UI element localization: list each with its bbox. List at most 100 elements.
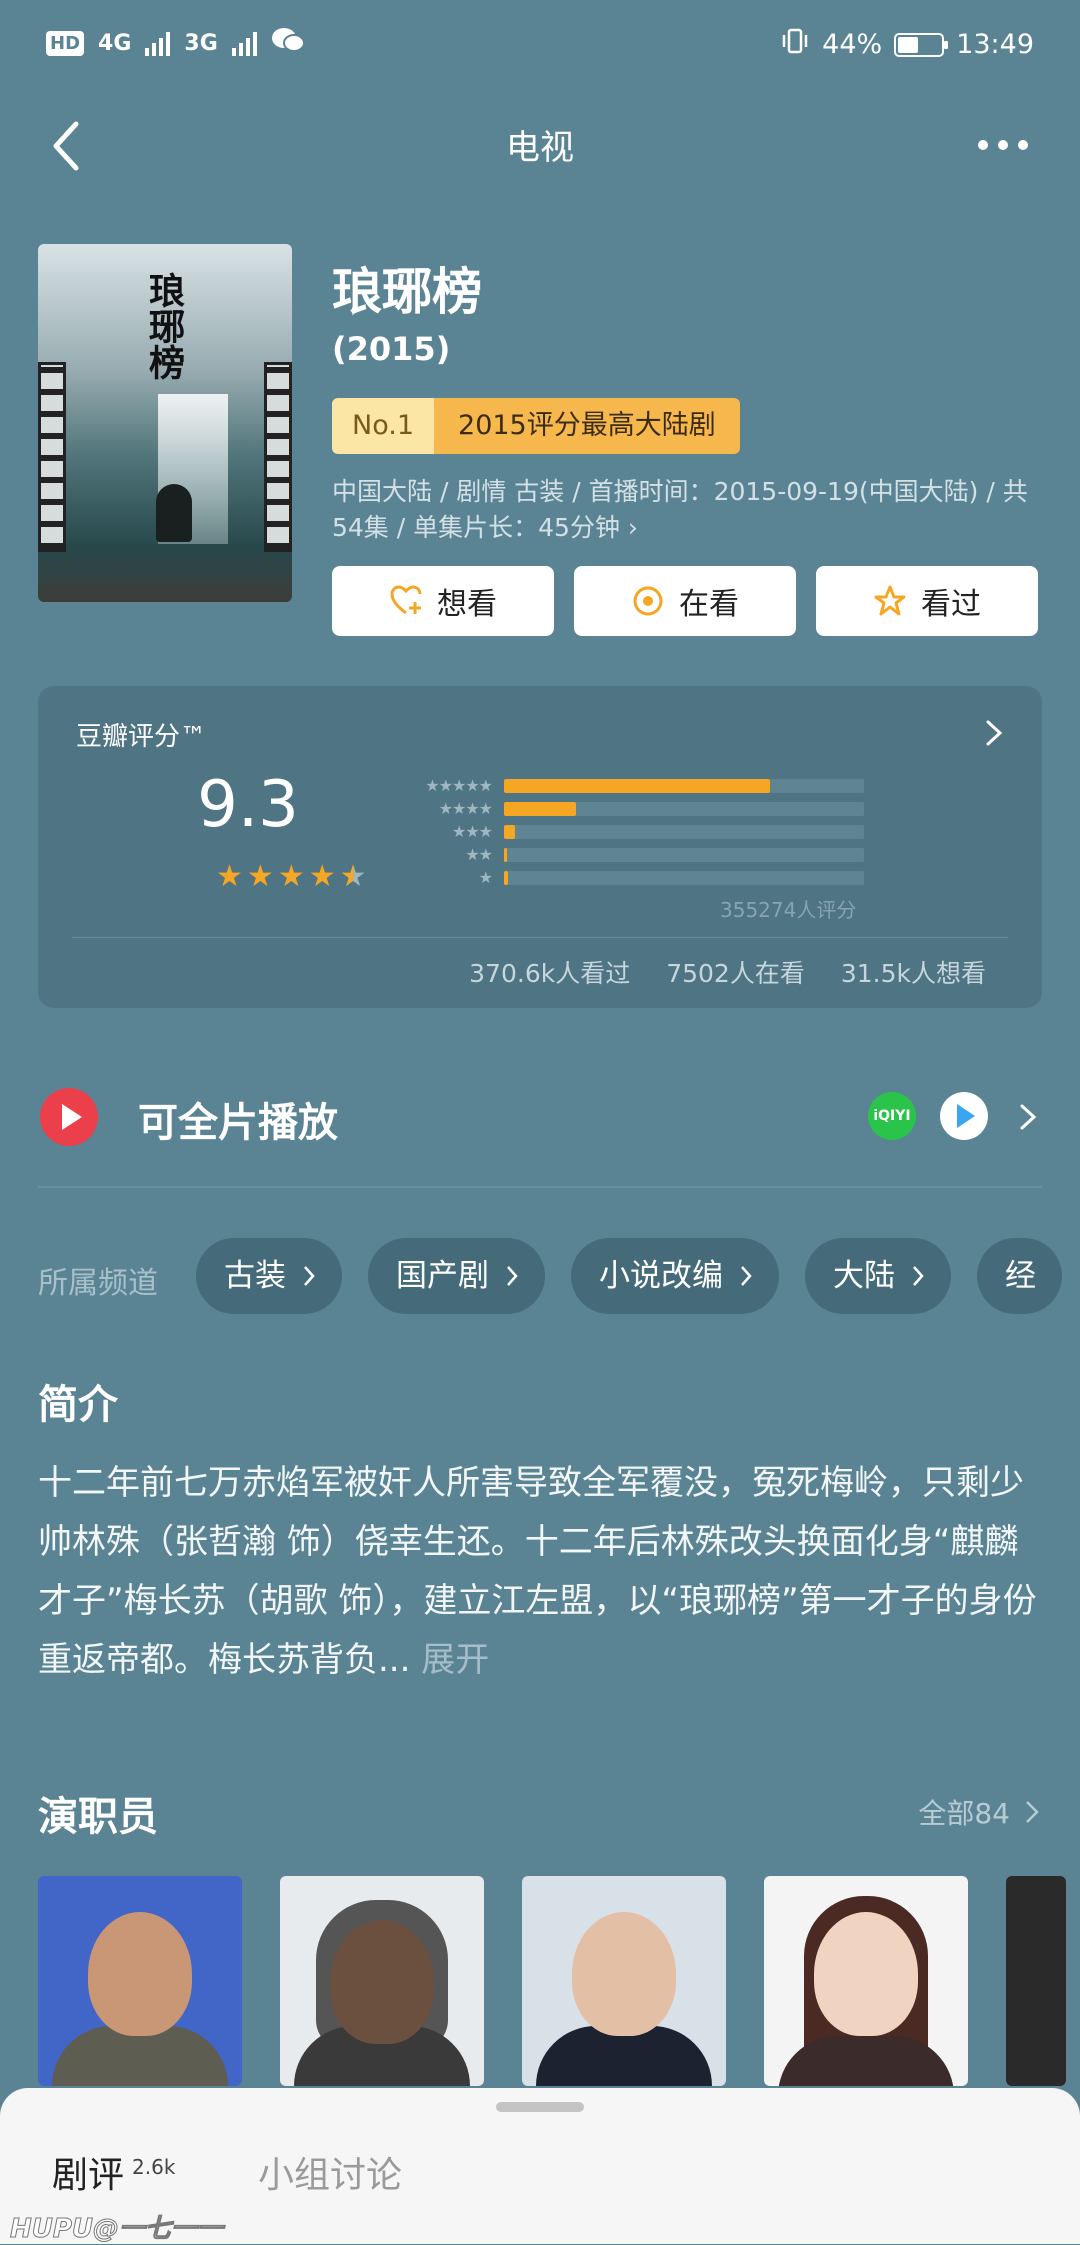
rating-count: 355274人评分: [720, 898, 857, 922]
chip-label: 经: [1005, 1258, 1036, 1294]
chip-label: 古装: [224, 1258, 286, 1294]
heart-plus-icon: [390, 585, 422, 615]
chevron-right-icon[interactable]: [982, 716, 1006, 750]
chip-label: 小说改编: [599, 1258, 723, 1294]
rating-label: 豆瓣评分™: [76, 722, 207, 752]
ranking-badge[interactable]: No.1 2015评分最高大陆剧: [332, 398, 740, 454]
tab-reviews-label: 剧评: [52, 2155, 125, 2196]
rating-bar: [504, 778, 771, 793]
rating-row-stars: ★★★★: [438, 799, 493, 818]
star-icon: ★: [339, 859, 367, 894]
wechat-icon: [271, 26, 305, 60]
tencent-video-icon[interactable]: [940, 1092, 988, 1140]
network-4g-label: 4G: [98, 30, 132, 56]
movie-title: 琅琊榜: [332, 263, 482, 321]
channel-chip[interactable]: 小说改编: [571, 1238, 779, 1314]
want-to-watch-button[interactable]: 想看: [332, 566, 554, 636]
signal-icon: [145, 30, 171, 56]
play-title[interactable]: 可全片播放: [138, 1090, 338, 1148]
more-options-icon[interactable]: [978, 140, 1028, 150]
clock: 13:49: [956, 29, 1034, 60]
network-3g-label: 3G: [184, 30, 218, 56]
status-bar: HD 4G 3G 44% 13:49: [0, 0, 1080, 90]
rating-stars: ★ ★ ★ ★ ★: [216, 862, 367, 892]
rating-row: ★: [400, 866, 864, 889]
cast-photo[interactable]: [1006, 1876, 1066, 2086]
rating-bar-track: [504, 778, 864, 793]
star-icon: ★: [277, 859, 305, 894]
watching-count[interactable]: 7502人在看: [666, 954, 805, 990]
ranking-badge-number: No.1: [332, 398, 435, 454]
target-icon: [633, 586, 663, 616]
channel-chip[interactable]: 经: [977, 1238, 1062, 1314]
rating-distribution: ★★★★★ ★★★★ ★★★ ★★ ★: [400, 774, 864, 889]
vibrate-icon: [780, 26, 810, 63]
chip-label: 大陆: [833, 1258, 895, 1294]
rating-divider: [72, 937, 1008, 938]
rating-row: ★★: [400, 843, 864, 866]
hd-badge: HD: [46, 30, 85, 56]
intro-text[interactable]: 十二年前七万赤焰军被奸人所害导致全军覆没，冤死梅岭，只剩少帅林殊（张哲瀚 饰）侥…: [38, 1454, 1048, 1690]
chevron-right-icon: [913, 1266, 924, 1286]
cast-photo[interactable]: [522, 1876, 726, 2086]
status-left: HD 4G 3G: [46, 26, 305, 60]
cast-photo[interactable]: [764, 1876, 968, 2086]
photo-face: [814, 1912, 918, 2036]
rating-bar-track: [504, 870, 864, 885]
channel-chip[interactable]: 国产剧: [368, 1238, 545, 1314]
watched-button[interactable]: 看过: [816, 566, 1038, 636]
want-count[interactable]: 31.5k人想看: [841, 954, 986, 990]
star-outline-icon: [874, 585, 906, 616]
ranking-badge-text: 2015评分最高大陆剧: [434, 398, 740, 454]
expand-link[interactable]: 展开: [421, 1640, 489, 1680]
rating-row-stars: ★★★: [451, 822, 493, 841]
battery-level: [898, 36, 919, 53]
rating-bar: [504, 870, 509, 885]
iqiyi-icon[interactable]: iQIYI: [868, 1092, 916, 1140]
rating-score: 9.3: [197, 768, 299, 842]
chip-label: 国产剧: [396, 1258, 489, 1294]
signal-icon-2: [231, 30, 257, 56]
battery-icon: [894, 32, 949, 57]
watch-stats: 370.6k人看过 7502人在看 31.5k人想看: [469, 954, 986, 990]
cast-photo[interactable]: [280, 1876, 484, 2086]
tab-reviews-count: 2.6k: [132, 2155, 176, 2179]
watched-count[interactable]: 370.6k人看过: [469, 954, 630, 990]
rating-bar: [504, 847, 507, 862]
battery-percent: 44%: [822, 29, 883, 60]
rating-bar: [504, 824, 515, 839]
cast-all-link[interactable]: 全部84: [918, 1792, 1040, 1832]
intro-body: 十二年前七万赤焰军被奸人所害导致全军覆没，冤死梅岭，只剩少帅林殊（张哲瀚 饰）侥…: [38, 1463, 1037, 1680]
channels-label: 所属频道: [38, 1266, 158, 1301]
rating-card[interactable]: 豆瓣评分™ 9.3 ★ ★ ★ ★ ★ ★★★★★ ★★★★ ★★★ ★★ ★ 355274人评…: [38, 686, 1042, 1008]
action-buttons: 想看 在看 看过: [332, 566, 1038, 636]
cast-heading: 演职员: [38, 1794, 158, 1840]
drag-handle[interactable]: [496, 2102, 584, 2112]
play-icon[interactable]: [40, 1088, 98, 1146]
rating-bar-track: [504, 824, 864, 839]
poster-title: 琅琊榜: [143, 272, 185, 380]
chevron-right-icon: [1026, 1801, 1039, 1823]
bottom-sheet[interactable]: 剧评 2.6k 小组讨论 HUPU@一七一一: [0, 2088, 1080, 2245]
rating-row-stars: ★★★★★: [425, 776, 493, 795]
chevron-right-icon[interactable]: [1018, 1102, 1038, 1132]
intro-heading: 简介: [38, 1382, 118, 1428]
channel-chip[interactable]: 大陆: [805, 1238, 951, 1314]
movie-meta[interactable]: 中国大陆 / 剧情 古装 / 首播时间：2015-09-19(中国大陆) / 共…: [332, 474, 1052, 546]
poster-window-left: [38, 362, 66, 552]
chevron-right-icon: [304, 1266, 315, 1286]
rating-row-stars: ★★: [465, 845, 493, 864]
rating-row: ★★★★★: [400, 774, 864, 797]
cast-all-label: 全部84: [918, 1797, 1010, 1830]
watching-button[interactable]: 在看: [574, 566, 796, 636]
cast-photo[interactable]: [38, 1876, 242, 2086]
watching-label: 在看: [679, 587, 739, 622]
tab-group-discussion[interactable]: 小组讨论: [258, 2146, 402, 2198]
rating-bar-track: [504, 801, 864, 816]
rating-row: ★★★★: [400, 797, 864, 820]
star-icon: ★: [246, 859, 274, 894]
rating-bar: [504, 801, 576, 816]
tab-reviews[interactable]: 剧评 2.6k: [52, 2146, 175, 2198]
poster-image[interactable]: 琅琊榜: [38, 244, 292, 602]
channel-chip[interactable]: 古装: [196, 1238, 342, 1314]
